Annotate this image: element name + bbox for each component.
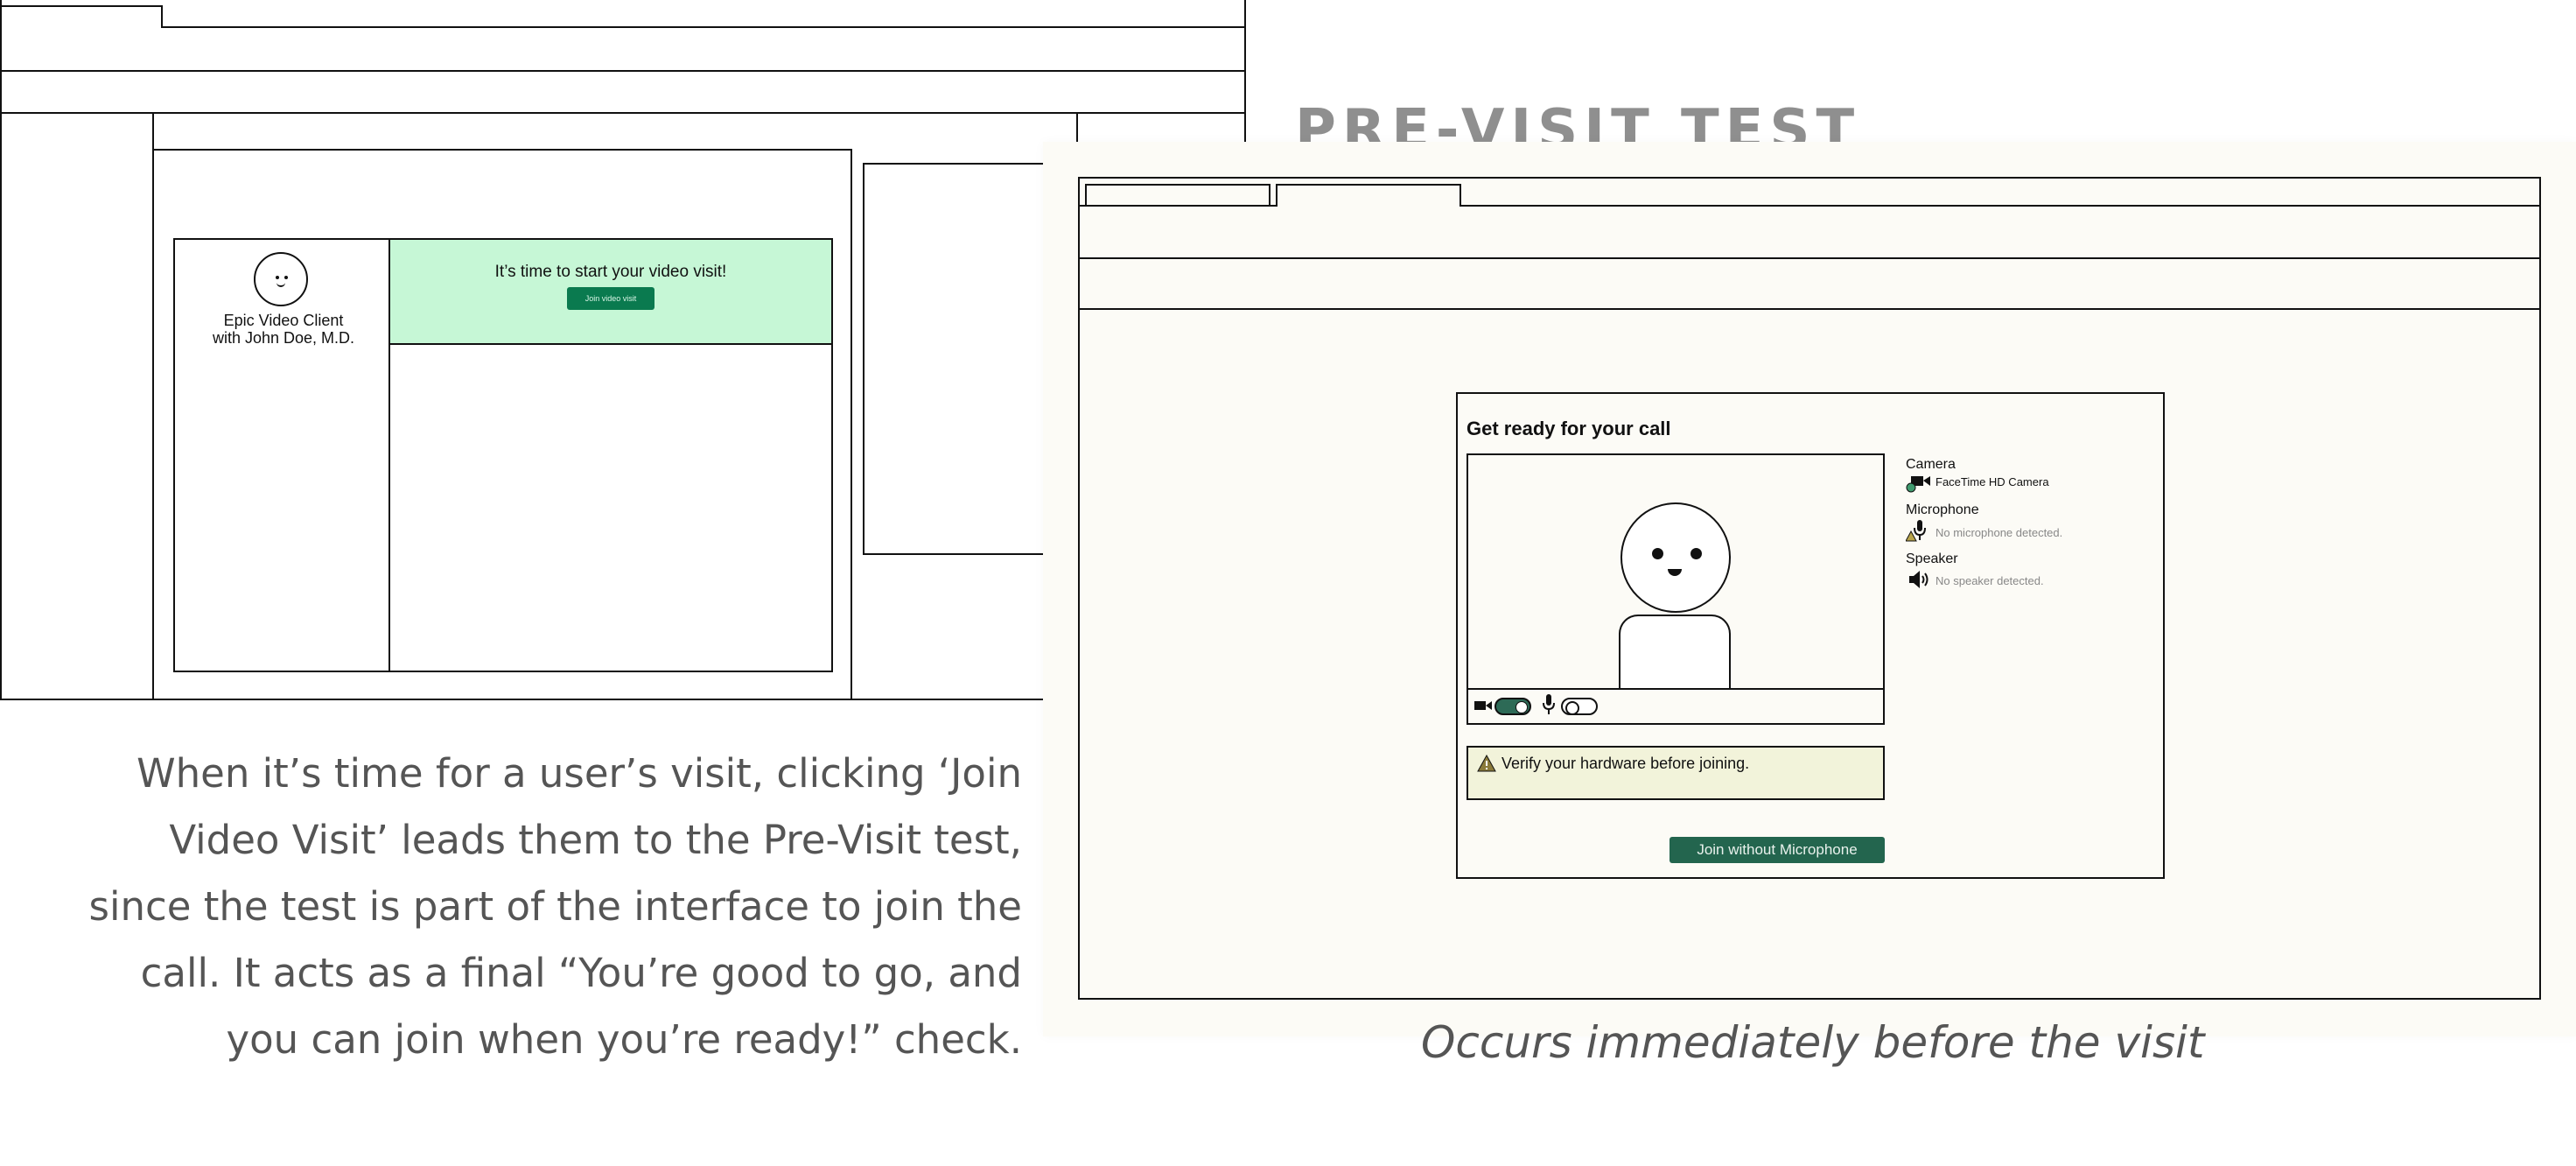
- description-line: since the test is part of the interface …: [88, 883, 1022, 930]
- dialog-title: Get ready for your call: [1466, 418, 1671, 439]
- speaker-value: No speaker detected.: [1936, 574, 2044, 587]
- browser-tab-1[interactable]: [1085, 184, 1270, 207]
- tab-bar-line: [163, 26, 1246, 28]
- tab-bar-line-left: [1078, 205, 1276, 207]
- provider-name: Epic Video Client with John Doe, M.D.: [178, 312, 388, 347]
- client-name-line2: with John Doe, M.D.: [212, 329, 355, 347]
- toolbar-line: [0, 70, 1246, 72]
- description-line: call. It acts as a final “You’re good to…: [140, 950, 1022, 996]
- toolbar-line: [1078, 257, 2541, 259]
- speaker-label: Speaker: [1906, 551, 1958, 566]
- warning-icon: [1477, 755, 1496, 772]
- description-line: When it’s time for a user’s visit, click…: [136, 750, 1022, 797]
- browser-tab-2[interactable]: [1276, 184, 1461, 207]
- microphone-icon: [1543, 694, 1555, 714]
- camera-icon: [1474, 701, 1492, 710]
- camera-value: FaceTime HD Camera: [1936, 475, 2049, 488]
- person-head-icon: [1620, 502, 1731, 613]
- join-video-visit-button[interactable]: Join video visit: [567, 287, 654, 310]
- speaker-icon: [1909, 571, 1928, 588]
- description-paragraph: When it’s time for a user’s visit, click…: [0, 741, 1022, 1073]
- description-line: Video Visit’ leads them to the Pre-Visit…: [169, 817, 1022, 863]
- microphone-label: Microphone: [1906, 502, 1979, 517]
- client-name-line1: Epic Video Client: [223, 312, 344, 329]
- camera-label: Camera: [1906, 457, 1956, 472]
- timing-caption: Occurs immediately before the visit: [1421, 1017, 2205, 1068]
- person-body-icon: [1619, 615, 1731, 688]
- video-controls-divider: [1466, 688, 1885, 690]
- microphone-value: No microphone detected.: [1936, 526, 2063, 539]
- warning-text: Verify your hardware before joining.: [1502, 755, 1750, 772]
- header-line: [1078, 308, 2541, 310]
- browser-tab[interactable]: [0, 5, 163, 28]
- visit-banner-title: It’s time to start your video visit!: [494, 263, 727, 281]
- microphone-warning-icon: [1906, 520, 1926, 542]
- camera-toggle[interactable]: [1494, 698, 1531, 715]
- description-line: you can join when you’re ready!” check.: [226, 1016, 1023, 1063]
- join-without-microphone-button[interactable]: Join without Microphone: [1670, 837, 1885, 863]
- microphone-toggle[interactable]: [1561, 698, 1598, 715]
- camera-device-icon: [1906, 476, 1930, 493]
- header-line: [0, 112, 1246, 114]
- tab-edge: [161, 5, 163, 28]
- tab-bar-line-right: [1460, 205, 2541, 207]
- provider-avatar-icon: [254, 252, 308, 306]
